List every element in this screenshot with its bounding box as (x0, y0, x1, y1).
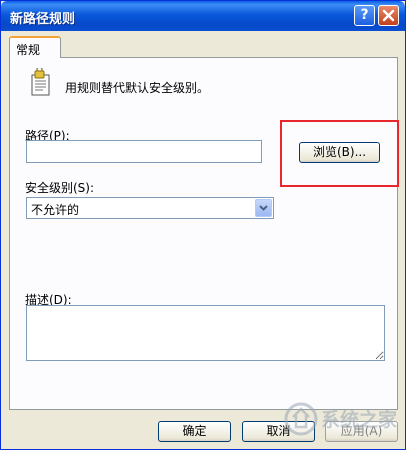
dialog-window: 新路径规则 ? 常规 用规则替代默认安全级别。 路径(P): 浏览(B)... … (0, 0, 406, 450)
path-input[interactable] (26, 140, 262, 163)
ok-button[interactable]: 确定 (158, 421, 231, 442)
close-button[interactable] (378, 5, 399, 26)
help-button[interactable]: ? (354, 5, 375, 26)
watermark-text: 系统之家 (321, 408, 398, 431)
info-text: 用规则替代默认安全级别。 (65, 81, 210, 95)
description-input[interactable] (26, 305, 385, 361)
browse-button[interactable]: 浏览(B)... (299, 142, 380, 163)
window-title: 新路径规则 (10, 12, 76, 27)
security-level-label: 安全级别(S): (25, 181, 95, 195)
tab-general[interactable]: 常规 (9, 36, 61, 58)
watermark-logo: 系统之家 (284, 402, 398, 436)
tab-panel-general: 用规则替代默认安全级别。 路径(P): 浏览(B)... 安全级别(S): 不允… (9, 57, 399, 410)
close-icon (382, 9, 395, 22)
title-bar[interactable]: 新路径规则 ? (1, 1, 405, 31)
dropdown-arrow[interactable] (255, 199, 272, 217)
document-lock-icon (31, 68, 50, 96)
security-level-select[interactable]: 不允许的 (26, 197, 274, 219)
security-level-value: 不允许的 (31, 203, 80, 217)
chevron-down-icon (259, 205, 268, 211)
